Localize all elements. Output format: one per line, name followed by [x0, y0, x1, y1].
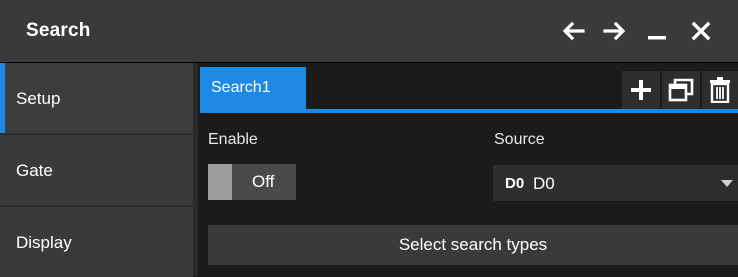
delete-search-button[interactable] — [702, 71, 738, 109]
toggle-knob — [208, 164, 232, 200]
search-dialog: Search Setup Gate Display Search1 Enable… — [0, 0, 738, 277]
plus-icon — [631, 80, 651, 100]
minimize-icon — [648, 36, 666, 40]
enable-label: Enable — [208, 131, 258, 148]
sidebar-item-label: Display — [16, 233, 72, 252]
copy-icon — [668, 78, 694, 102]
sidebar-item-display[interactable]: Display — [0, 207, 193, 277]
forward-button[interactable] — [598, 14, 632, 48]
add-search-button[interactable] — [622, 71, 660, 109]
sidebar-item-gate[interactable]: Gate — [0, 135, 193, 205]
chevron-down-icon — [721, 180, 733, 187]
source-label: Source — [494, 131, 545, 148]
source-channel-tag: D0 — [505, 175, 525, 192]
tab-label: Search1 — [211, 79, 271, 96]
minimize-button[interactable] — [640, 14, 674, 48]
source-select[interactable]: D0 D0 — [492, 164, 738, 202]
back-button[interactable] — [556, 14, 590, 48]
arrow-right-icon — [603, 21, 626, 41]
title-bar: Search — [0, 0, 738, 63]
close-button[interactable] — [684, 14, 718, 48]
sidebar-item-setup[interactable]: Setup — [0, 63, 193, 133]
close-icon — [691, 21, 711, 41]
trash-icon — [710, 77, 730, 103]
toggle-state: Off — [252, 172, 275, 191]
sidebar: Setup Gate Display — [0, 63, 193, 277]
tab-underline — [200, 109, 738, 113]
main-panel: Search1 Enable Off Source D0 D0 Select s… — [198, 63, 738, 276]
select-search-types-button[interactable]: Select search types — [208, 225, 738, 265]
sidebar-item-label: Gate — [16, 161, 53, 180]
arrow-left-icon — [562, 21, 585, 41]
dialog-title: Search — [26, 20, 91, 41]
tab-bar: Search1 — [198, 63, 738, 113]
source-value: D0 — [533, 174, 555, 193]
enable-toggle[interactable]: Off — [208, 164, 296, 200]
copy-search-button[interactable] — [662, 71, 700, 109]
sidebar-item-label: Setup — [16, 89, 61, 108]
tab-search1[interactable]: Search1 — [200, 67, 306, 109]
